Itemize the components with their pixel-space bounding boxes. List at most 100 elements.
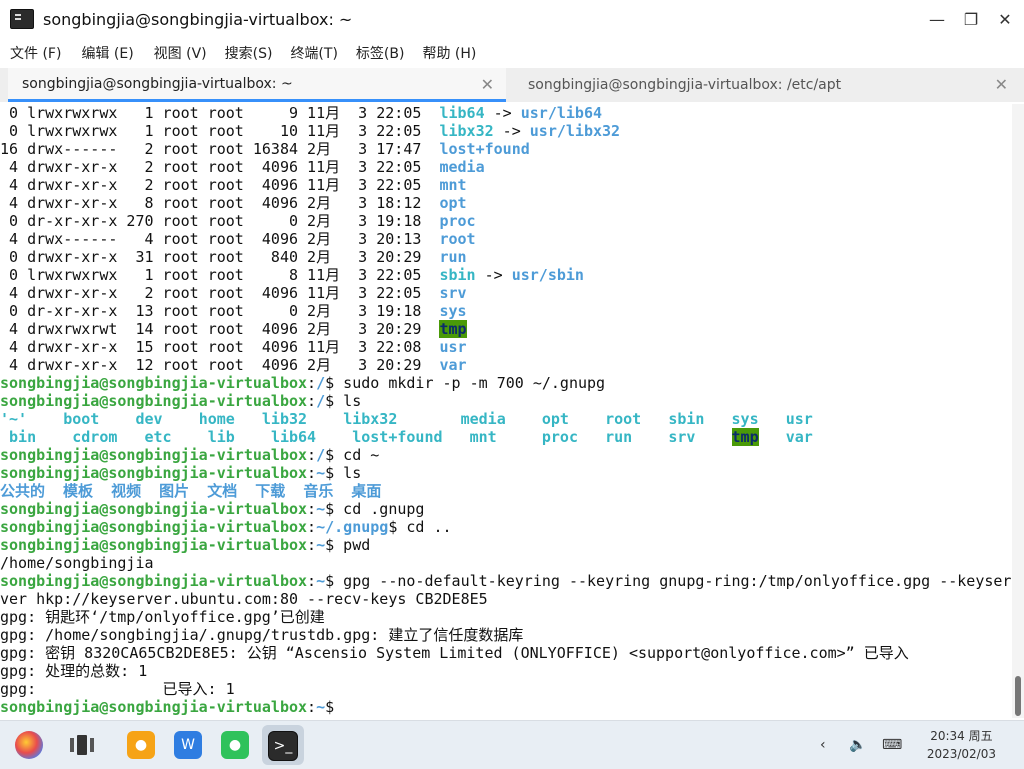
terminal-line: songbingjia@songbingjia-virtualbox:/$ ls: [0, 392, 1012, 410]
terminal-text: songbingjia@songbingjia-virtualbox: [0, 446, 308, 464]
terminal-line: gpg: /home/songbingjia/.gnupg/trustdb.gp…: [0, 626, 1012, 644]
menu-search[interactable]: 搜索(S): [225, 43, 273, 63]
terminal-text: 4 drwxr-xr-x 15 root root 4096 11月 3 22:…: [0, 338, 440, 356]
wechat-icon[interactable]: ●: [221, 731, 249, 759]
menu-help[interactable]: 帮助 (H): [422, 43, 476, 63]
terminal-text: proc: [439, 212, 476, 230]
menu-file[interactable]: 文件 (F): [10, 43, 61, 63]
terminal-text: ->: [493, 122, 530, 140]
terminal-line: gpg: 处理的总数: 1: [0, 662, 1012, 680]
tab-home[interactable]: songbingjia@songbingjia-virtualbox: ~ ✕: [8, 68, 506, 102]
maximize-icon[interactable]: ❐: [954, 0, 988, 38]
terminal-text: lib64: [439, 104, 485, 122]
terminal-line: ver hkp://keyserver.ubuntu.com:80 --recv…: [0, 590, 1012, 608]
terminal-text: gpg: 钥匙环‘/tmp/onlyoffice.gpg’已创建: [0, 608, 325, 626]
volume-icon[interactable]: 🔈: [849, 737, 866, 753]
terminal-output[interactable]: 0 lrwxrwxrwx 1 root root 9 11月 3 22:05 l…: [0, 104, 1012, 718]
tab-close-icon[interactable]: ✕: [995, 75, 1008, 94]
terminal-text: opt: [541, 410, 569, 428]
terminal-text: sbin: [439, 266, 476, 284]
terminal-text: 0 lrwxrwxrwx 1 root root 8 11月 3 22:05: [0, 266, 440, 284]
terminal-text: tmp: [731, 428, 759, 446]
wps-office-icon[interactable]: W: [174, 731, 202, 759]
keyboard-icon[interactable]: ⌨: [882, 737, 902, 753]
terminal-line: 4 drwxr-xr-x 8 root root 4096 2月 3 18:12…: [0, 194, 1012, 212]
menu-terminal[interactable]: 终端(T): [290, 43, 337, 63]
terminal-line: songbingjia@songbingjia-virtualbox:/$ su…: [0, 374, 1012, 392]
menu-edit[interactable]: 编辑 (E): [81, 43, 133, 63]
terminal-text: etc: [144, 428, 172, 446]
multitask-icon[interactable]: [68, 731, 96, 759]
close-icon[interactable]: ✕: [988, 0, 1022, 38]
terminal-text: $ cd ~: [325, 446, 380, 464]
terminal-text: gpg: 密钥 8320CA65CB2DE8E5: 公钥 “Ascensio S…: [0, 644, 909, 662]
terminal-text: songbingjia@songbingjia-virtualbox: [0, 500, 308, 518]
terminal-text: bin: [9, 428, 37, 446]
terminal-text: lost+found: [439, 140, 530, 158]
terminal-line: 0 dr-xr-xr-x 270 root root 0 2月 3 19:18 …: [0, 212, 1012, 230]
terminal-text: 16 drwx------ 2 root root 16384 2月 3 17:…: [0, 140, 440, 158]
terminal-text: $ cd .gnupg: [325, 500, 425, 518]
terminal-text: ->: [484, 104, 521, 122]
terminal-text: tmp: [439, 320, 467, 338]
menu-tabs[interactable]: 标签(B): [356, 43, 405, 63]
terminal-line: songbingjia@songbingjia-virtualbox:~/.gn…: [0, 518, 1012, 536]
tab-close-icon[interactable]: ✕: [481, 75, 494, 94]
terminal-text: lib32: [261, 410, 308, 428]
tab-etc-apt[interactable]: songbingjia@songbingjia-virtualbox: /etc…: [514, 68, 1020, 102]
terminal-icon[interactable]: >_: [268, 731, 298, 761]
terminal-line: 公共的 模板 视频 图片 文档 下载 音乐 桌面: [0, 482, 1012, 500]
terminal-text: $ pwd: [325, 536, 371, 554]
terminal-text: root: [439, 230, 476, 248]
terminal-line: 0 dr-xr-xr-x 13 root root 0 2月 3 19:18 s…: [0, 302, 1012, 320]
clock[interactable]: 20:34 周五 2023/02/03: [927, 727, 996, 763]
terminal-text: $ ls: [325, 464, 362, 482]
terminal-text: mnt: [439, 176, 467, 194]
terminal-text: 4 drwxr-xr-x 2 root root 4096 11月 3 22:0…: [0, 158, 440, 176]
start-menu-icon[interactable]: [15, 731, 43, 759]
scrollbar-thumb[interactable]: [1015, 676, 1021, 716]
terminal-text: :: [307, 536, 317, 554]
terminal-text: media: [439, 158, 485, 176]
terminal-text: usr: [439, 338, 467, 356]
terminal-text: sys: [439, 302, 467, 320]
terminal-line: songbingjia@songbingjia-virtualbox:/$ cd…: [0, 446, 1012, 464]
terminal-text: 4 drwx------ 4 root root 4096 2月 3 20:13: [0, 230, 440, 248]
terminal-text: mnt: [469, 428, 497, 446]
minimize-icon[interactable]: —: [920, 0, 954, 38]
terminal-line: bin cdrom etc lib lib64 lost+found mnt p…: [0, 428, 1012, 446]
terminal-line: 4 drwxr-xr-x 12 root root 4096 2月 3 20:2…: [0, 356, 1012, 374]
terminal-text: ~: [316, 698, 326, 716]
terminal-text: var: [785, 428, 813, 446]
menu-view[interactable]: 视图 (V): [154, 43, 207, 63]
terminal-text: songbingjia@songbingjia-virtualbox: [0, 392, 308, 410]
terminal-text: sbin: [668, 410, 705, 428]
multitask-glyph: [70, 735, 94, 755]
tray-expand-icon[interactable]: ‹: [820, 737, 826, 753]
terminal-text: libx32: [439, 122, 494, 140]
terminal-scrollbar[interactable]: [1012, 104, 1024, 718]
terminal-line: 0 lrwxrwxrwx 1 root root 8 11月 3 22:05 s…: [0, 266, 1012, 284]
file-manager-icon[interactable]: ●: [127, 731, 155, 759]
terminal-line: '~' boot dev home lib32 libx32 media opt…: [0, 410, 1012, 428]
terminal-text: '~': [0, 410, 28, 428]
terminal-text: usr/sbin: [511, 266, 584, 284]
terminal-text: 0 drwxr-xr-x 31 root root 840 2月 3 20:29: [0, 248, 440, 266]
terminal-text: ~: [316, 572, 326, 590]
terminal-text: lib64: [270, 428, 317, 446]
